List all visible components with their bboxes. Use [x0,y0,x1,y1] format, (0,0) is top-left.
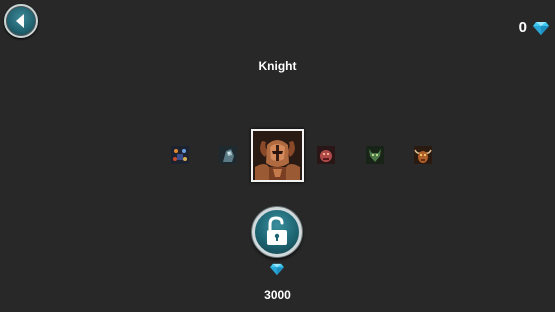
character-thumb-orc[interactable] [366,146,384,164]
character-thumb-shadow[interactable] [219,146,237,164]
character-thumb-sorcerer[interactable] [171,146,189,164]
sorcerer-portrait-icon [171,146,189,164]
character-name: Knight [258,59,297,73]
character-thumb-knight[interactable] [251,129,304,182]
knight-portrait-icon [253,131,302,180]
red-beast-portrait-icon [317,146,335,164]
diamond-icon [533,22,549,35]
gem-count: 0 [518,19,527,36]
character-thumb-berserker[interactable] [317,146,335,164]
back-arrow-icon [16,14,24,28]
character-select-screen: 0 Knight 3000 [0,0,555,312]
minotaur-portrait-icon [414,146,432,164]
gem-counter: 0 [519,19,549,37]
unlock-button[interactable] [252,207,302,257]
shadow-warrior-portrait-icon [219,146,237,164]
price-diamond-icon [270,263,284,275]
unlock-icon [267,216,287,245]
character-thumb-minotaur[interactable] [414,146,432,164]
unlock-price: 3000 [264,288,291,302]
green-orc-portrait-icon [366,146,384,164]
back-button[interactable] [4,4,38,38]
